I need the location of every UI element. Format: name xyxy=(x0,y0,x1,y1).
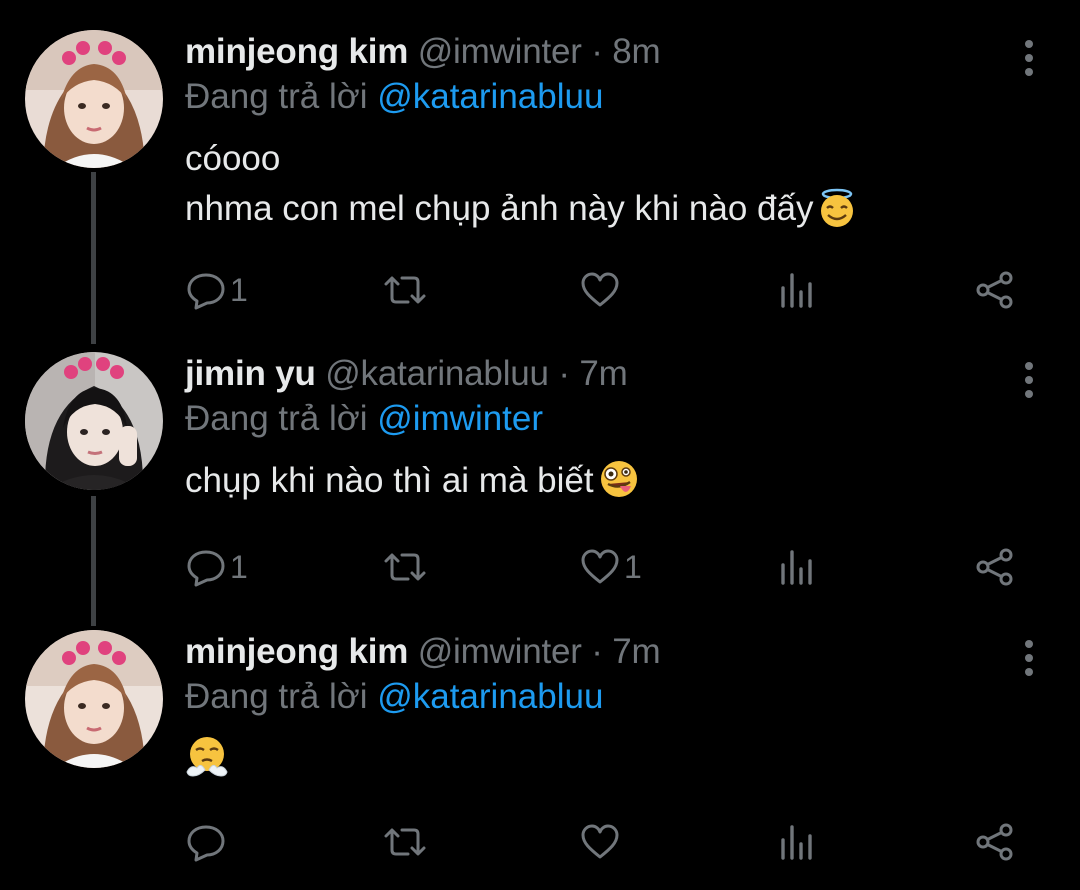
face-with-steam-from-nose-emoji xyxy=(185,734,229,792)
like-count: 1 xyxy=(624,549,642,585)
timestamp[interactable]: 8m xyxy=(612,32,660,71)
mention-link[interactable]: @imwinter xyxy=(377,399,543,438)
share-button[interactable] xyxy=(974,820,1016,864)
reply-icon xyxy=(186,547,226,587)
retweet-button[interactable] xyxy=(382,268,432,312)
timestamp[interactable]: 7m xyxy=(579,354,627,393)
separator: · xyxy=(591,32,603,71)
share-button[interactable] xyxy=(974,545,1016,589)
share-icon xyxy=(974,270,1016,310)
views-icon xyxy=(778,822,818,862)
reply-button[interactable] xyxy=(186,820,230,864)
views-icon xyxy=(778,547,818,587)
reply-icon xyxy=(186,822,226,862)
mention-link[interactable]: @katarinabluu xyxy=(377,77,603,116)
share-button[interactable] xyxy=(974,268,1016,312)
avatar[interactable] xyxy=(25,30,163,168)
replying-to: Đang trả lời @imwinter xyxy=(185,396,1020,442)
mention-link[interactable]: @katarinabluu xyxy=(377,677,603,716)
smiling-face-with-halo-emoji xyxy=(817,188,857,242)
reply-button[interactable]: 1 xyxy=(186,268,248,312)
like-button[interactable] xyxy=(580,820,624,864)
reply-icon xyxy=(186,270,226,310)
views-button[interactable] xyxy=(778,545,818,589)
more-options-icon[interactable] xyxy=(1022,40,1034,76)
like-icon xyxy=(580,822,620,862)
username-handle[interactable]: @imwinter xyxy=(418,632,582,671)
like-button[interactable]: 1 xyxy=(580,545,642,589)
tweet-header: minjeong kim @imwinter · 7m xyxy=(185,630,1020,674)
replying-to: Đang trả lời @katarinabluu xyxy=(185,674,1020,720)
display-name[interactable]: minjeong kim xyxy=(185,632,408,671)
like-icon xyxy=(580,547,620,587)
username-handle[interactable]: @imwinter xyxy=(418,32,582,71)
tweet-actions xyxy=(0,820,1080,864)
replying-to: Đang trả lời @katarinabluu xyxy=(185,74,1020,120)
tweet-text-content: chụp khi nào thì ai mà biết xyxy=(185,461,594,500)
retweet-icon xyxy=(382,270,428,310)
retweet-icon xyxy=(382,547,428,587)
separator: · xyxy=(591,632,603,671)
reply-button[interactable]: 1 xyxy=(186,545,248,589)
more-options-icon[interactable] xyxy=(1022,640,1034,676)
views-button[interactable] xyxy=(778,820,818,864)
views-icon xyxy=(778,270,818,310)
separator: · xyxy=(558,354,570,393)
avatar[interactable] xyxy=(25,630,163,768)
thread-connector-line xyxy=(91,172,96,344)
like-button[interactable] xyxy=(580,268,624,312)
like-icon xyxy=(580,270,620,310)
replying-to-label: Đang trả lời xyxy=(185,77,368,116)
tweet-header: jimin yu @katarinabluu · 7m xyxy=(185,352,1020,396)
retweet-button[interactable] xyxy=(382,820,432,864)
display-name[interactable]: jimin yu xyxy=(185,354,316,393)
share-icon xyxy=(974,547,1016,587)
avatar[interactable] xyxy=(25,352,163,490)
retweet-button[interactable] xyxy=(382,545,432,589)
tweet-header: minjeong kim @imwinter · 8m xyxy=(185,30,1020,74)
tweet-text-content: cóooo nhma con mel chụp ảnh này khi nào … xyxy=(185,139,814,228)
username-handle[interactable]: @katarinabluu xyxy=(325,354,549,393)
more-options-icon[interactable] xyxy=(1022,362,1034,398)
replying-to-label: Đang trả lời xyxy=(185,677,368,716)
tweet-text: chụp khi nào thì ai mà biết xyxy=(185,456,1020,514)
share-icon xyxy=(974,822,1016,862)
timestamp[interactable]: 7m xyxy=(612,632,660,671)
views-button[interactable] xyxy=(778,268,818,312)
zany-face-emoji xyxy=(598,458,640,514)
tweet-actions: 1 1 xyxy=(0,545,1080,589)
tweet-text xyxy=(185,734,1020,792)
retweet-icon xyxy=(382,822,428,862)
tweet-text: cóooo nhma con mel chụp ảnh này khi nào … xyxy=(185,134,1020,242)
replying-to-label: Đang trả lời xyxy=(185,399,368,438)
conversation-thread: minjeong kim @imwinter · 8m Đang trả lời… xyxy=(0,0,1080,890)
tweet-actions: 1 xyxy=(0,268,1080,312)
reply-count: 1 xyxy=(230,272,248,308)
reply-count: 1 xyxy=(230,549,248,585)
display-name[interactable]: minjeong kim xyxy=(185,32,408,71)
